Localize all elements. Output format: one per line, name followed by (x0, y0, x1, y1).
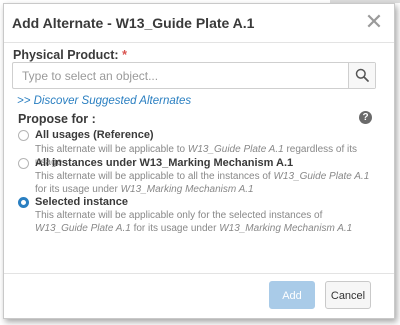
dialog-footer: Add Cancel (4, 273, 394, 318)
add-alternate-dialog: Add Alternate - W13_Guide Plate A.1 ✕ Ph… (3, 3, 395, 319)
dialog-title: Add Alternate - W13_Guide Plate A.1 (12, 15, 255, 31)
close-icon[interactable]: ✕ (364, 10, 384, 34)
desc-text: This alternate will be applicable to all… (35, 171, 274, 182)
desc-parent: W13_Marking Mechanism A.1 (219, 223, 353, 234)
desc-product: W13_Guide Plate A.1 (187, 144, 284, 155)
desc-text: for its usage under (130, 223, 220, 234)
dialog-header: Add Alternate - W13_Guide Plate A.1 ✕ (4, 4, 394, 43)
radio-selected-instance[interactable] (18, 197, 29, 208)
option-description: This alternate will be applicable to all… (35, 170, 370, 196)
radio-all-instances[interactable] (18, 158, 29, 169)
desc-parent: W13_Marking Mechanism A.1 (120, 184, 254, 195)
option-title: All instances under W13_Marking Mechanis… (35, 157, 294, 169)
desc-text: This alternate will be applicable only f… (35, 210, 323, 221)
propose-for-label: Propose for : (18, 112, 96, 126)
radio-all-usages[interactable] (18, 130, 29, 141)
physical-product-input[interactable] (13, 63, 348, 88)
option-description: This alternate will be applicable only f… (35, 209, 370, 235)
search-icon (355, 68, 369, 82)
desc-product: W13_Guide Plate A.1 (35, 223, 131, 234)
option-title: Selected instance (35, 196, 128, 208)
desc-text: This alternate will be applicable to (35, 144, 188, 155)
cancel-button[interactable]: Cancel (325, 281, 371, 309)
option-title: All usages (Reference) (35, 129, 154, 141)
desc-product: W13_Guide Plate A.1 (273, 171, 370, 182)
required-marker: * (122, 48, 127, 62)
add-button[interactable]: Add (269, 281, 315, 309)
search-button[interactable] (348, 63, 375, 88)
help-icon[interactable]: ? (359, 111, 372, 124)
desc-text: for its usage under (35, 184, 121, 195)
discover-suggested-alternates-link[interactable]: >> Discover Suggested Alternates (17, 95, 191, 107)
physical-product-label-text: Physical Product: (13, 48, 119, 62)
physical-product-field (12, 62, 376, 89)
physical-product-label: Physical Product: * (13, 48, 127, 62)
